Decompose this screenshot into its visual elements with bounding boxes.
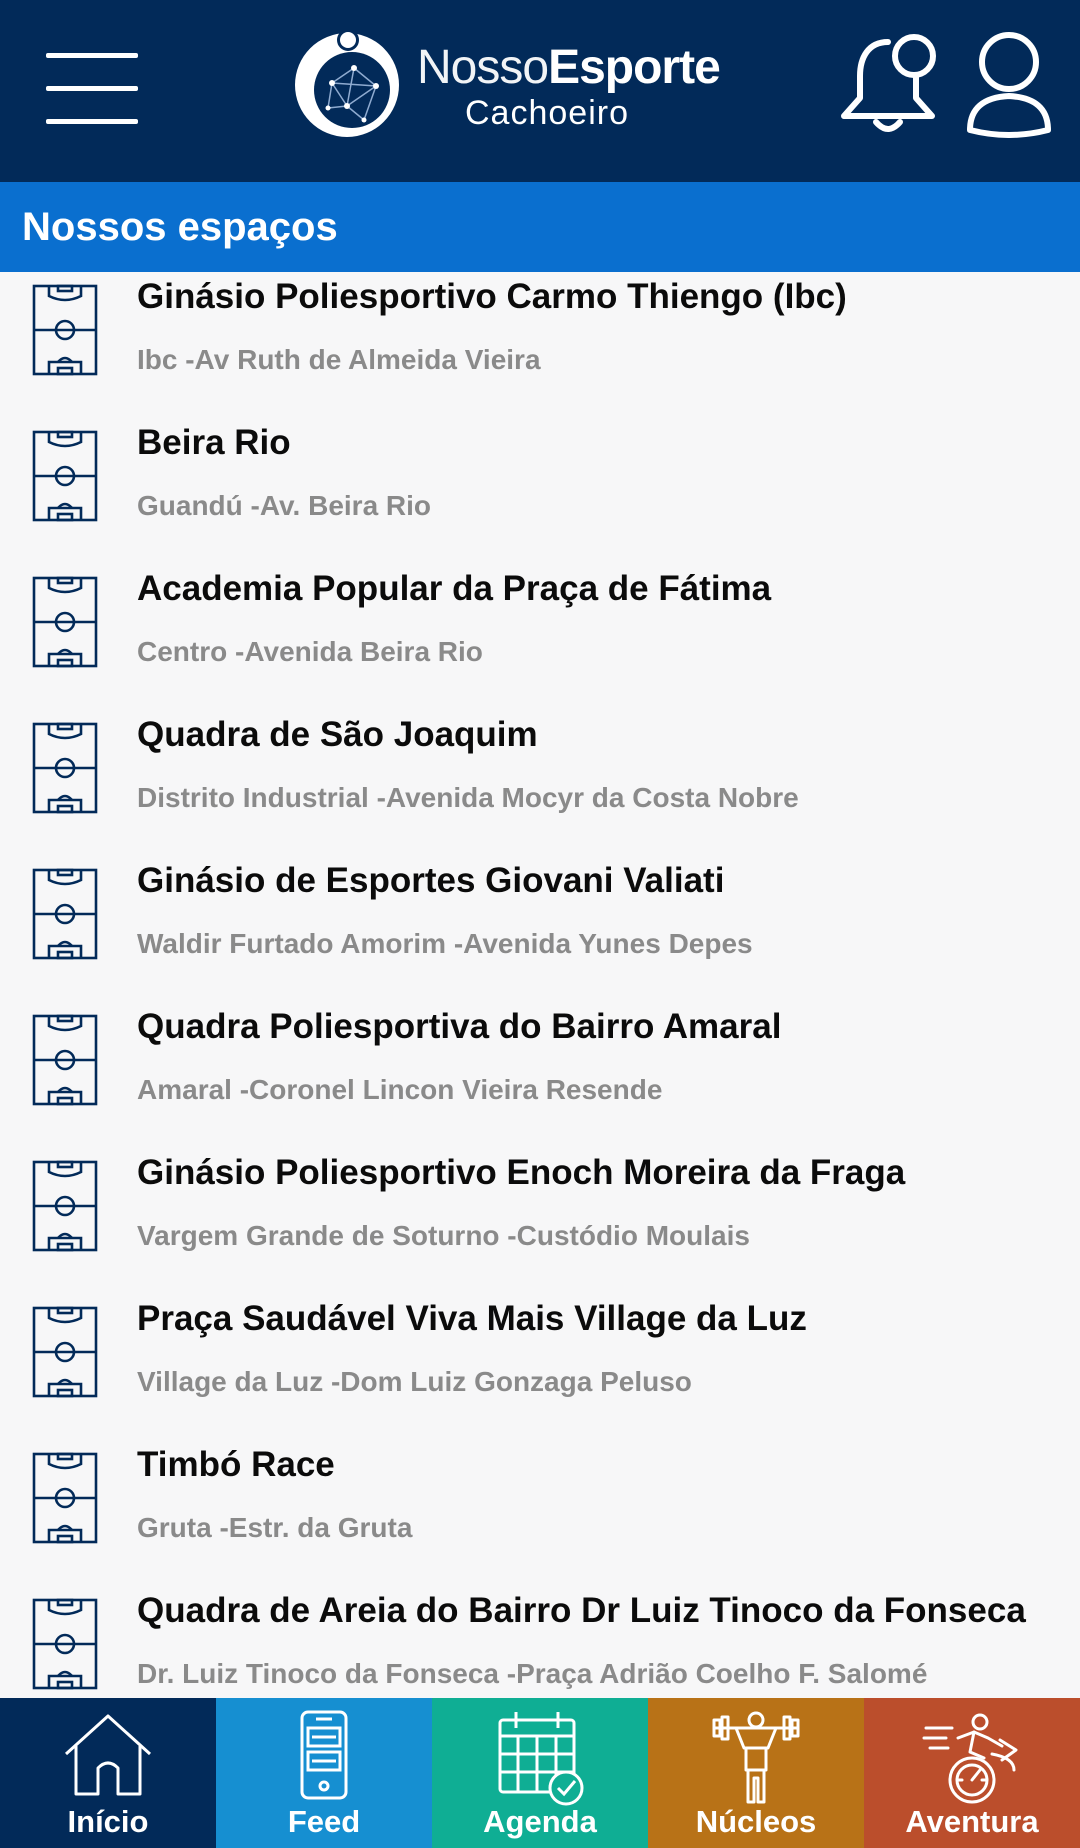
venue-address: Gruta -Estr. da Gruta bbox=[137, 1512, 413, 1543]
venue-name: Academia Popular da Praça de Fátima bbox=[137, 569, 772, 608]
venue-list-item[interactable]: Timbó Race Gruta -Estr. da Gruta bbox=[0, 1440, 1080, 1586]
venue-name: Quadra Poliesportiva do Bairro Amaral bbox=[137, 1007, 782, 1046]
venue-name: Ginásio de Esportes Giovani Valiati bbox=[137, 861, 725, 900]
nosso-esporte-logo: NossoEsporte Cachoeiro bbox=[292, 28, 722, 140]
venue-list[interactable]: Ginásio Poliesportivo Carmo Thiengo (Ibc… bbox=[0, 272, 1080, 1698]
venue-list-item[interactable]: Beira Rio Guandú -Av. Beira Rio bbox=[0, 418, 1080, 564]
bottom-navigation: Início Feed Agenda Núcleos Aventura bbox=[0, 1698, 1080, 1848]
sports-field-icon bbox=[32, 1306, 98, 1398]
nav-tab-aventura[interactable]: Aventura bbox=[864, 1698, 1080, 1848]
venue-address: Centro -Avenida Beira Rio bbox=[137, 636, 483, 667]
sports-field-icon bbox=[32, 1598, 98, 1690]
calendar-check-icon bbox=[498, 1712, 584, 1806]
venue-address: Village da Luz -Dom Luiz Gonzaga Peluso bbox=[137, 1366, 692, 1397]
logo-text: NossoEsporte Cachoeiro bbox=[417, 41, 721, 133]
phone-feed-icon bbox=[300, 1710, 348, 1800]
venue-list-item[interactable]: Ginásio de Esportes Giovani Valiati Wald… bbox=[0, 856, 1080, 1002]
venue-address: Distrito Industrial -Avenida Mocyr da Co… bbox=[137, 782, 799, 813]
nav-label: Aventura bbox=[905, 1804, 1039, 1839]
nav-tab-feed[interactable]: Feed bbox=[216, 1698, 432, 1848]
logo-globe-icon bbox=[295, 29, 399, 137]
venue-address: Waldir Furtado Amorim -Avenida Yunes Dep… bbox=[137, 928, 753, 959]
sports-field-icon bbox=[32, 430, 98, 522]
venue-list-item[interactable]: Praça Saudável Viva Mais Village da Luz … bbox=[0, 1294, 1080, 1440]
venue-address: Vargem Grande de Soturno -Custódio Moula… bbox=[137, 1220, 750, 1251]
sports-field-icon bbox=[32, 1452, 98, 1544]
venue-name: Quadra de Areia do Bairro Dr Luiz Tinoco… bbox=[137, 1591, 1026, 1630]
section-header: Nossos espaços bbox=[0, 182, 1080, 272]
venue-list-item[interactable]: Ginásio Poliesportivo Carmo Thiengo (Ibc… bbox=[0, 272, 1080, 418]
nav-label: Agenda bbox=[483, 1804, 597, 1839]
sports-field-icon bbox=[32, 284, 98, 376]
nav-tab-inicio[interactable]: Início bbox=[0, 1698, 216, 1848]
venue-name: Ginásio Poliesportivo Carmo Thiengo (Ibc… bbox=[137, 277, 847, 316]
sports-field-icon bbox=[32, 1160, 98, 1252]
house-icon bbox=[64, 1714, 152, 1796]
venue-list-item[interactable]: Quadra de São Joaquim Distrito Industria… bbox=[0, 710, 1080, 856]
nav-tab-nucleos[interactable]: Núcleos bbox=[648, 1698, 864, 1848]
venue-list-item[interactable]: Ginásio Poliesportivo Enoch Moreira da F… bbox=[0, 1148, 1080, 1294]
venue-address: Amaral -Coronel Lincon Vieira Resende bbox=[137, 1074, 663, 1105]
sports-field-icon bbox=[32, 868, 98, 960]
nav-label: Início bbox=[67, 1804, 149, 1839]
venue-list-item[interactable]: Academia Popular da Praça de Fátima Cent… bbox=[0, 564, 1080, 710]
venue-name: Ginásio Poliesportivo Enoch Moreira da F… bbox=[137, 1153, 906, 1192]
venue-name: Quadra de São Joaquim bbox=[137, 715, 538, 754]
venue-address: Ibc -Av Ruth de Almeida Vieira bbox=[137, 344, 541, 375]
logo-subtitle: Cachoeiro bbox=[465, 94, 629, 132]
menu-hamburger-icon[interactable] bbox=[46, 48, 138, 130]
section-title: Nossos espaços bbox=[22, 205, 338, 249]
venue-list-item[interactable]: Quadra de Areia do Bairro Dr Luiz Tinoco… bbox=[0, 1586, 1080, 1698]
sports-field-icon bbox=[32, 1014, 98, 1106]
venue-list-item[interactable]: Quadra Poliesportiva do Bairro Amaral Am… bbox=[0, 1002, 1080, 1148]
user-profile-icon[interactable] bbox=[964, 30, 1054, 138]
logo-title: NossoEsporte bbox=[417, 41, 721, 94]
nav-label: Feed bbox=[287, 1804, 361, 1839]
notifications-bell-icon[interactable] bbox=[838, 28, 938, 140]
venue-address: Dr. Luiz Tinoco da Fonseca -Praça Adrião… bbox=[137, 1658, 928, 1689]
nav-tab-agenda[interactable]: Agenda bbox=[432, 1698, 648, 1848]
venue-name: Beira Rio bbox=[137, 423, 291, 462]
nav-label: Núcleos bbox=[695, 1804, 817, 1839]
weightlifter-icon bbox=[712, 1711, 800, 1804]
sports-field-icon bbox=[32, 722, 98, 814]
app-header: NossoEsporte Cachoeiro bbox=[0, 0, 1080, 182]
sports-field-icon bbox=[32, 576, 98, 668]
adventure-icon bbox=[922, 1713, 1018, 1804]
venue-name: Timbó Race bbox=[137, 1445, 335, 1484]
venue-name: Praça Saudável Viva Mais Village da Luz bbox=[137, 1299, 807, 1338]
venue-address: Guandú -Av. Beira Rio bbox=[137, 490, 432, 521]
